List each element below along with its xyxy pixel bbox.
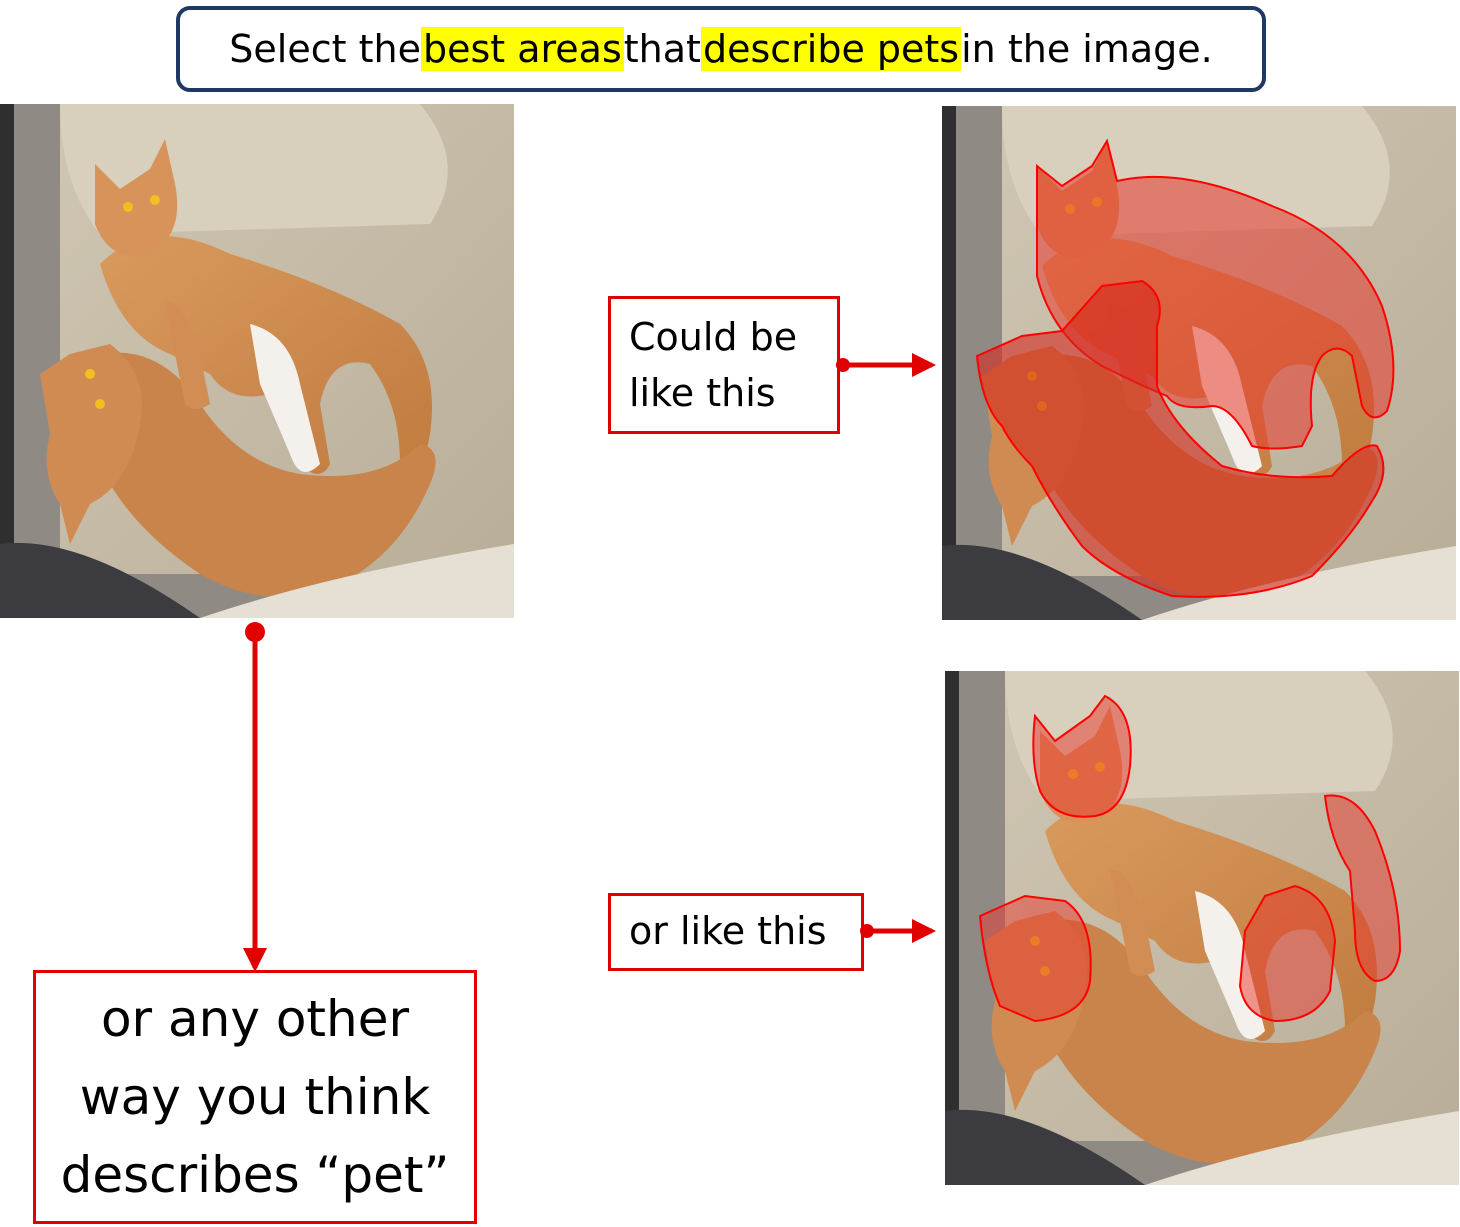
instruction-suffix: in the image. [961, 27, 1213, 71]
any-other-line1: or any other [100, 990, 410, 1048]
original-cat-photo [0, 104, 514, 618]
or-like-this-label: or like this [629, 909, 827, 953]
any-other-line3: describes “pet” [60, 1146, 450, 1204]
instruction-banner: Select the best areas that describe pets… [176, 6, 1266, 92]
arrow-to-full-masks [836, 353, 936, 377]
arrow-to-any-other-way [243, 622, 267, 972]
could-be-line2: like this [629, 371, 776, 415]
highlight-best-areas: best areas [420, 27, 624, 71]
could-be-line1: Could be [629, 315, 798, 359]
example-part-masks [945, 671, 1459, 1185]
highlight-describe-pets: describe pets [700, 27, 962, 71]
could-be-like-this-box: Could be like this [608, 296, 840, 434]
instruction-middle: that [623, 27, 701, 71]
arrow-to-part-masks [860, 919, 936, 943]
or-like-this-box: or like this [608, 893, 864, 971]
example-full-body-masks [942, 106, 1456, 620]
any-other-line2: way you think [79, 1068, 431, 1126]
instruction-prefix: Select the [229, 27, 421, 71]
any-other-way-box: or any other way you think describes “pe… [33, 970, 477, 1224]
